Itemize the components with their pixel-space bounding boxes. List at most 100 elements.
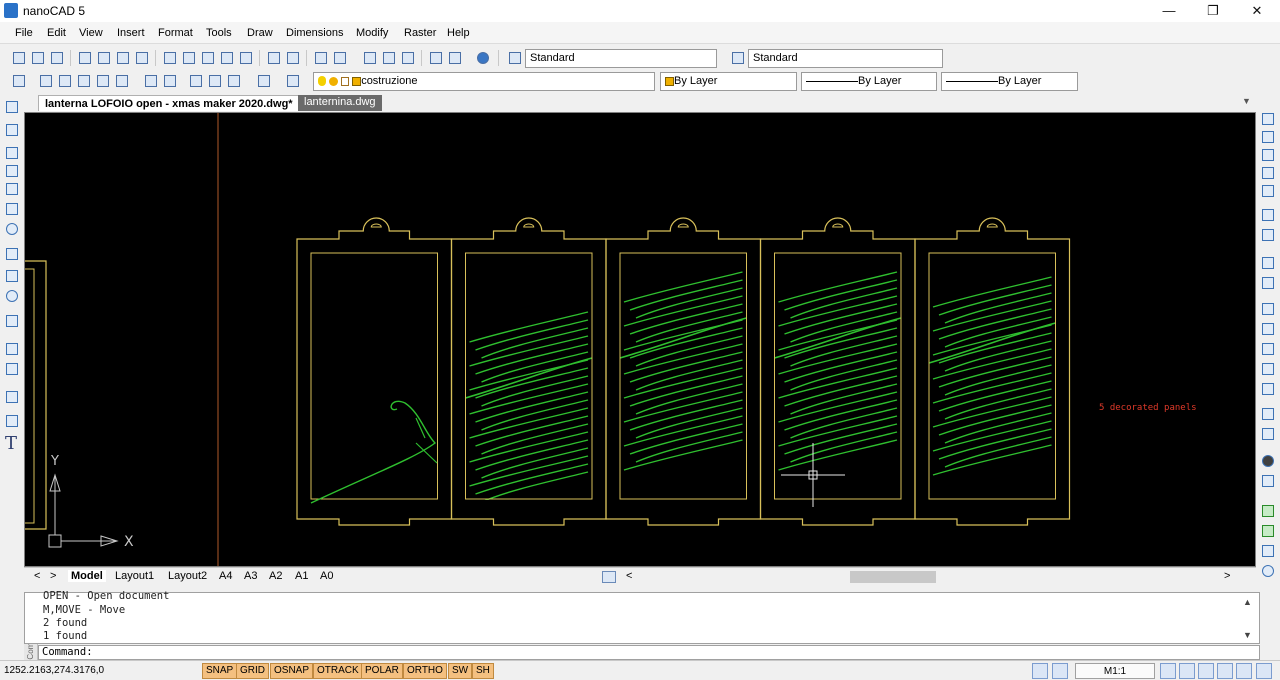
arc-icon[interactable]: [4, 201, 20, 217]
dim-style-select[interactable]: Standard: [748, 49, 943, 68]
draw-order-icon[interactable]: [1260, 543, 1276, 559]
bomb-icon[interactable]: [1260, 453, 1276, 469]
tab-list-chevron-icon[interactable]: ▼: [1242, 96, 1251, 106]
lineweight-select[interactable]: By Layer: [941, 72, 1078, 91]
extend-icon[interactable]: [1260, 321, 1276, 337]
properties-icon[interactable]: [1260, 473, 1276, 489]
refresh-icon[interactable]: [1236, 663, 1252, 679]
fullscreen-icon[interactable]: [1256, 663, 1272, 679]
spline-icon[interactable]: [4, 268, 20, 284]
new-file-icon[interactable]: [10, 49, 27, 66]
scroll-down-icon[interactable]: ▼: [1243, 630, 1252, 640]
trim-icon[interactable]: [1260, 301, 1276, 317]
revision-cloud-icon[interactable]: [4, 246, 20, 262]
osnap-toggle[interactable]: OSNAP: [270, 663, 314, 679]
print-preview-icon[interactable]: [95, 49, 112, 66]
scale-icon[interactable]: [1260, 255, 1276, 271]
zoom-icon[interactable]: [1179, 663, 1195, 679]
hscroll-right-arrow[interactable]: >: [1224, 570, 1230, 582]
text-icon[interactable]: T: [5, 433, 21, 454]
horizontal-scrollbar-thumb[interactable]: [850, 571, 936, 583]
layer-previous-icon[interactable]: [284, 72, 301, 89]
circle-icon[interactable]: [4, 221, 20, 237]
sw-toggle[interactable]: SW: [448, 663, 473, 679]
tab-model[interactable]: Model: [68, 570, 106, 582]
ellipse-icon[interactable]: [4, 288, 20, 304]
snap-perpendicular-icon[interactable]: [142, 72, 159, 89]
scroll-up-icon[interactable]: ▲: [1243, 597, 1252, 607]
color-select[interactable]: By Layer: [660, 72, 797, 91]
menu-insert[interactable]: Insert: [117, 27, 145, 39]
match-properties-icon[interactable]: [218, 49, 235, 66]
grid-toggle[interactable]: GRID: [236, 663, 269, 679]
drawing-canvas[interactable]: Y X 5 decorated panels: [24, 112, 1256, 567]
mirror-icon[interactable]: [1260, 147, 1276, 163]
menu-view[interactable]: View: [79, 27, 103, 39]
help-icon[interactable]: [474, 49, 491, 66]
scale-readout[interactable]: M1:1: [1075, 663, 1155, 679]
zoom-window-icon[interactable]: [361, 49, 378, 66]
ungroup-icon[interactable]: [1260, 523, 1276, 539]
join-icon[interactable]: [1260, 361, 1276, 377]
menu-tools[interactable]: Tools: [206, 27, 232, 39]
zoom-previous-icon[interactable]: [380, 49, 397, 66]
layout-nav-next[interactable]: >: [50, 570, 56, 582]
tab-document-active[interactable]: lanterna LOFOIO open - xmas maker 2020.d…: [38, 95, 318, 111]
tab-a0[interactable]: A0: [320, 570, 333, 582]
copy-icon[interactable]: [180, 49, 197, 66]
undo-icon[interactable]: [265, 49, 282, 66]
menu-edit[interactable]: Edit: [47, 27, 66, 39]
print-icon[interactable]: [76, 49, 93, 66]
pencil-icon[interactable]: [446, 49, 463, 66]
point-icon[interactable]: [4, 389, 20, 405]
group-icon[interactable]: [1260, 503, 1276, 519]
rotate-icon[interactable]: [1260, 227, 1276, 243]
explode-icon[interactable]: [1260, 426, 1276, 442]
model-space-icon[interactable]: [1032, 663, 1048, 679]
zoom-window-icon[interactable]: [1198, 663, 1214, 679]
pan-icon[interactable]: [312, 49, 329, 66]
polar-toggle[interactable]: POLAR: [361, 663, 403, 679]
menu-dimensions[interactable]: Dimensions: [286, 27, 343, 39]
viewport-icon[interactable]: [1052, 663, 1068, 679]
snap-tangent-icon[interactable]: [161, 72, 178, 89]
cut-icon[interactable]: [161, 49, 178, 66]
globe-icon[interactable]: [1260, 563, 1276, 579]
table-icon[interactable]: [4, 413, 20, 429]
plot-icon[interactable]: [133, 49, 150, 66]
chamfer-icon[interactable]: [1260, 381, 1276, 397]
layout-view-icon[interactable]: [602, 571, 616, 583]
tab-a3[interactable]: A3: [244, 570, 257, 582]
redo-icon[interactable]: [284, 49, 301, 66]
break-icon[interactable]: [1260, 341, 1276, 357]
array-icon[interactable]: [1260, 183, 1276, 199]
menu-raster[interactable]: Raster: [404, 27, 436, 39]
menu-file[interactable]: File: [15, 27, 33, 39]
layer-select[interactable]: costruzione: [313, 72, 655, 91]
zoom-extents-icon[interactable]: [399, 49, 416, 66]
snap-midpoint-icon[interactable]: [56, 72, 73, 89]
layers-icon[interactable]: [10, 72, 27, 89]
snap-nearest-icon[interactable]: [206, 72, 223, 89]
menu-help[interactable]: Help: [447, 27, 470, 39]
menu-modify[interactable]: Modify: [356, 27, 388, 39]
offset-icon[interactable]: [1260, 165, 1276, 181]
make-block-icon[interactable]: [4, 341, 20, 357]
layer-manager-icon[interactable]: [255, 72, 272, 89]
hscroll-left-arrow[interactable]: <: [626, 570, 632, 582]
polyline-icon[interactable]: [4, 145, 20, 161]
close-button[interactable]: ✕: [1234, 0, 1280, 22]
restore-button[interactable]: ❐: [1190, 0, 1236, 22]
tab-a2[interactable]: A2: [269, 570, 282, 582]
minimize-button[interactable]: —: [1146, 0, 1192, 22]
brush-icon[interactable]: [237, 49, 254, 66]
distance-icon[interactable]: [427, 49, 444, 66]
zoom-realtime-icon[interactable]: [331, 49, 348, 66]
snap-insert-icon[interactable]: [187, 72, 204, 89]
xline-icon[interactable]: [4, 122, 20, 138]
move-icon[interactable]: [1260, 207, 1276, 223]
menu-draw[interactable]: Draw: [247, 27, 273, 39]
copy-object-icon[interactable]: [1260, 129, 1276, 145]
insert-block-icon[interactable]: [4, 313, 20, 329]
pan-icon[interactable]: [1160, 663, 1176, 679]
